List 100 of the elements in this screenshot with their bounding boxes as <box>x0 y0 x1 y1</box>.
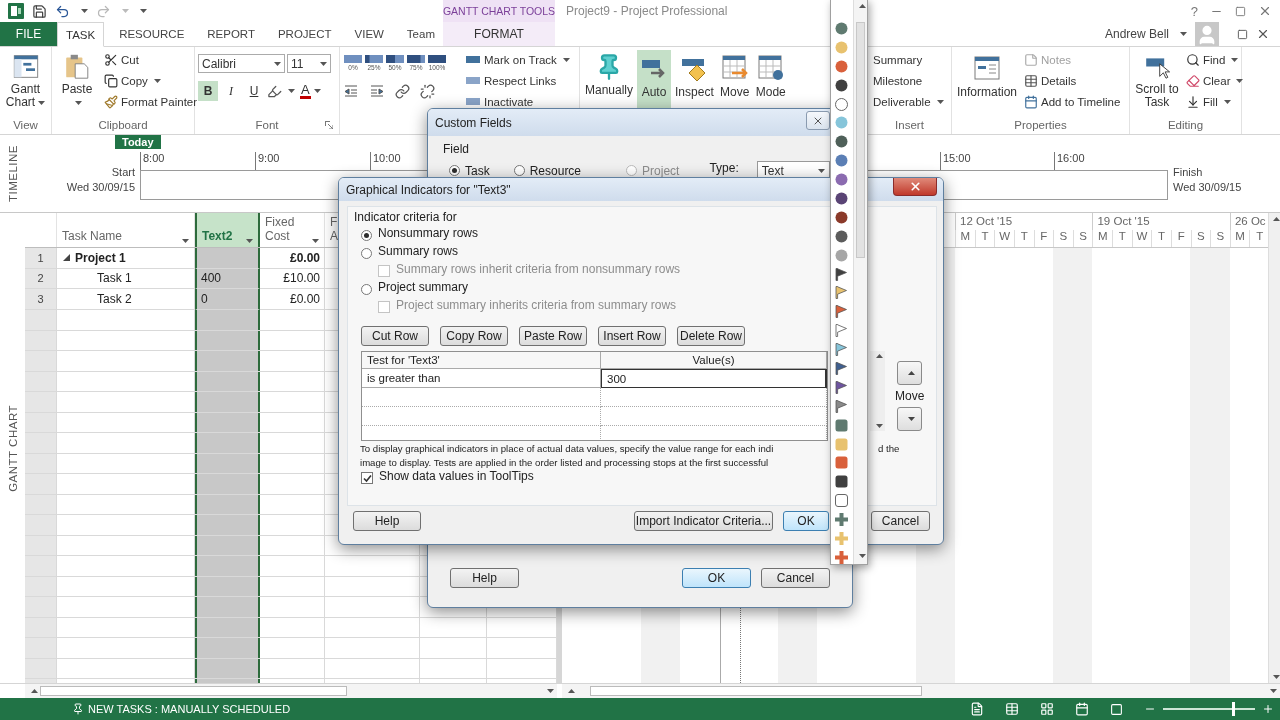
ribbon-button[interactable]: Deliverable <box>871 92 946 112</box>
font-style-button[interactable]: B <box>198 81 218 101</box>
ribbon-button[interactable]: Cut <box>102 50 200 70</box>
calendar-view-icon[interactable] <box>1075 702 1089 716</box>
ribbon-tab[interactable]: FORMAT <box>443 22 555 46</box>
circle-indicator-icon[interactable] <box>835 230 848 243</box>
circle-indicator-icon[interactable] <box>835 173 848 186</box>
column-header[interactable]: Text2 <box>195 213 260 247</box>
caret-icon[interactable] <box>140 9 147 13</box>
ribbon-button[interactable]: Manually <box>583 50 636 112</box>
flag-indicator-icon[interactable] <box>835 399 847 413</box>
move-down-button[interactable] <box>897 407 923 431</box>
table-view-icon[interactable] <box>1005 702 1019 716</box>
link-icon[interactable] <box>395 83 410 99</box>
ribbon-button[interactable]: Paste <box>55 50 99 112</box>
ribbon-button[interactable]: Mark on Track <box>463 50 572 70</box>
flag-indicator-icon[interactable] <box>835 380 847 394</box>
horizontal-scrollbar[interactable] <box>562 684 1280 698</box>
vertical-scrollbar[interactable] <box>1268 213 1280 683</box>
unlink-icon[interactable] <box>420 83 435 99</box>
caret-icon[interactable] <box>1180 32 1187 36</box>
cross-indicator-icon[interactable] <box>835 513 848 527</box>
row-button[interactable]: Cut Row <box>361 326 429 346</box>
radio-button[interactable] <box>361 247 372 259</box>
ribbon-button[interactable]: Find <box>1184 50 1246 70</box>
save-icon[interactable] <box>32 3 47 19</box>
move-up-button[interactable] <box>897 361 923 385</box>
flag-indicator-icon[interactable] <box>835 286 847 300</box>
flag-indicator-icon[interactable] <box>835 267 847 281</box>
font-name-field[interactable]: Calibri <box>198 54 285 73</box>
dialog-launcher-icon[interactable] <box>325 121 333 129</box>
circle-indicator-icon[interactable] <box>835 22 848 35</box>
flag-indicator-icon[interactable] <box>835 305 847 319</box>
ribbon-tab[interactable]: REPORT <box>199 22 263 46</box>
vertical-scrollbar[interactable] <box>853 0 867 564</box>
ribbon-button[interactable]: Copy <box>102 71 200 91</box>
table-cell[interactable] <box>601 388 827 407</box>
radio-button[interactable] <box>361 229 372 241</box>
ribbon-button[interactable]: Inactivate <box>463 92 572 112</box>
ribbon-button[interactable]: Fill <box>1184 92 1246 112</box>
circle-indicator-icon[interactable] <box>835 192 848 205</box>
dialog-button[interactable]: Cancel <box>871 511 930 531</box>
restore-icon[interactable] <box>1235 5 1246 17</box>
ribbon-tab[interactable]: TASK <box>57 22 105 47</box>
caret-icon[interactable] <box>81 9 88 13</box>
row-button[interactable]: Delete Row <box>677 326 745 346</box>
table-cell[interactable] <box>601 407 827 426</box>
zoom-in-icon[interactable] <box>1262 703 1274 715</box>
font-color-button[interactable]: A <box>298 81 323 101</box>
ribbon-button[interactable]: Gantt Chart <box>3 50 48 112</box>
undo-icon[interactable] <box>55 3 70 19</box>
ribbon-tab[interactable]: FILE <box>0 22 57 46</box>
ribbon-button[interactable]: Format Painter <box>102 92 200 112</box>
close-button[interactable] <box>806 111 830 130</box>
ribbon-button[interactable]: Summary <box>871 50 946 70</box>
circle-indicator-icon[interactable] <box>835 97 848 111</box>
horizontal-scrollbar[interactable] <box>25 684 557 698</box>
help-button[interactable]: ? <box>1190 3 1198 19</box>
ribbon-tab[interactable]: VIEW <box>346 22 392 46</box>
font-style-button[interactable]: U <box>244 81 264 101</box>
ribbon-button[interactable]: Inspect <box>673 50 716 112</box>
flag-indicator-icon[interactable] <box>835 343 847 356</box>
dialog-button[interactable]: Help <box>353 511 421 531</box>
ribbon-button[interactable]: Add to Timeline <box>1022 92 1123 112</box>
cross-indicator-icon[interactable] <box>835 550 848 564</box>
row-button[interactable]: Paste Row <box>519 326 587 346</box>
close-icon[interactable] <box>1256 27 1270 41</box>
vertical-scrollbar[interactable] <box>870 351 885 431</box>
ribbon-button[interactable]: Details <box>1022 71 1123 91</box>
square-indicator-icon[interactable] <box>835 494 848 508</box>
dialog-button[interactable]: OK <box>682 568 751 588</box>
table-cell[interactable]: is greater than <box>362 369 601 388</box>
font-style-button[interactable]: I <box>221 81 241 101</box>
dialog-button[interactable]: Import Indicator Criteria... <box>634 511 773 531</box>
square-indicator-icon[interactable] <box>835 419 848 432</box>
ribbon-button[interactable]: Scroll to Task <box>1133 50 1181 112</box>
radio-button[interactable] <box>361 283 372 295</box>
row-button[interactable]: Insert Row <box>598 326 666 346</box>
restore-icon[interactable] <box>1237 28 1248 40</box>
grid-view-icon[interactable] <box>1040 702 1054 716</box>
dialog-button[interactable]: Cancel <box>761 568 830 588</box>
checkbox[interactable] <box>361 472 373 484</box>
circle-indicator-icon[interactable] <box>835 211 848 224</box>
row-button[interactable]: Copy Row <box>440 326 508 346</box>
ribbon-tab[interactable]: Team <box>398 22 443 46</box>
circle-indicator-icon[interactable] <box>835 135 848 148</box>
table-cell[interactable] <box>362 407 601 426</box>
ribbon-button[interactable]: Information <box>955 50 1020 112</box>
square-indicator-icon[interactable] <box>835 475 848 488</box>
value-field[interactable]: 300 <box>601 369 827 388</box>
user-name[interactable]: Andrew Bell <box>1104 27 1169 41</box>
table-cell[interactable] <box>362 388 601 407</box>
collapse-triangle-icon[interactable] <box>63 254 70 262</box>
zoom-thumb[interactable] <box>1232 702 1235 716</box>
dialog-button[interactable]: Help <box>450 568 519 588</box>
dialog-button[interactable]: OK <box>783 511 829 531</box>
highlighter-icon[interactable] <box>267 83 282 99</box>
close-icon[interactable] <box>1258 4 1272 18</box>
ribbon-button[interactable]: Clear <box>1184 71 1246 91</box>
radio-button[interactable] <box>449 165 460 176</box>
